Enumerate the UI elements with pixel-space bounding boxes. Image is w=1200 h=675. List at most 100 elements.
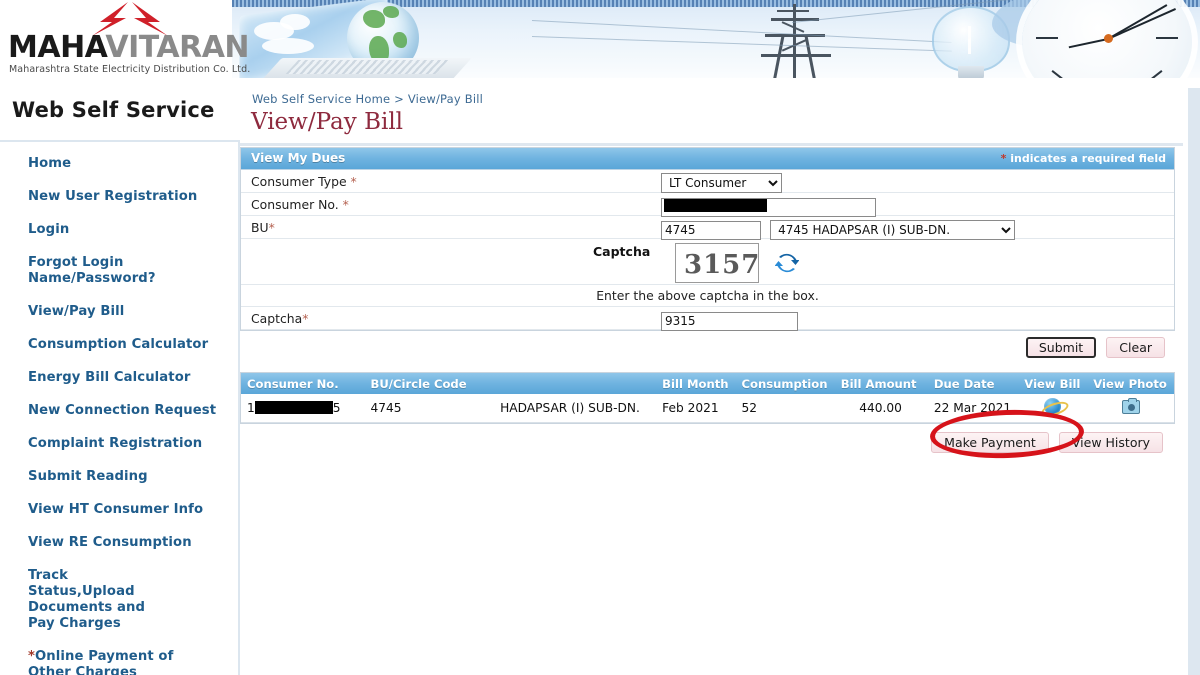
page-title: View/Pay Bill [251,109,404,135]
form-row-consumer-no: Consumer No. * [241,193,1174,217]
continent-shape [393,32,407,48]
sidebar-item-new-connection-request[interactable]: New Connection Request [0,403,238,419]
captcha-image: 3157 [675,243,759,283]
captcha-input-control [661,310,798,331]
col-due-date: Due Date [927,373,1019,394]
clock-graphic [1022,0,1192,88]
sidebar-item-label: New User Registration [28,189,198,204]
required-field-note: * indicates a required field [1001,152,1166,165]
sidebar-item-label: View HT Consumer Info [28,502,204,517]
label-text: BU [251,220,269,235]
required-star: * [350,174,357,189]
captcha-hint-text: Enter the above captcha in the box. [596,288,819,303]
cell-due-date: 22 Mar 2021 [927,394,1019,423]
bu-control: 4745 HADAPSAR (I) SUB-DN. [661,219,1016,240]
refresh-captcha-icon[interactable] [775,251,799,275]
sidebar-item-view-ht-consumer-info[interactable]: View HT Consumer Info [0,502,238,518]
table-row[interactable]: 15 4745 HADAPSAR (I) SUB-DN. Feb 2021 52… [241,394,1174,423]
cell-bill-amount: 440.00 [834,394,928,423]
bu-code-input[interactable] [661,220,761,240]
consumer-no-redaction-bar [254,401,333,414]
sidebar-item-label: Energy Bill Calculator [28,370,191,385]
main-content: View My Dues * indicates a required fiel… [240,147,1188,461]
laptop-keys-graphic [285,60,449,74]
sidebar-item-login[interactable]: Login [0,222,238,238]
cell-bill-month: Feb 2021 [656,394,736,423]
sidebar-item-new-user-registration[interactable]: New User Registration [0,189,238,205]
results-table-head: Consumer No. BU/Circle Code Bill Month C… [241,373,1174,394]
mahavitaran-logo[interactable]: MAHAVITARAN Maharashtra State Electricit… [0,0,250,88]
cell-view-photo[interactable] [1087,394,1174,423]
bu-name-select[interactable]: 4745 HADAPSAR (I) SUB-DN. [770,220,1016,240]
label-text: Consumer No. [251,197,343,212]
form-row-bu: BU* 4745 HADAPSAR (I) SUB-DN. [241,216,1174,240]
sidebar-item-label: Complaint Registration [28,436,203,451]
consumer-no-suffix: 5 [332,401,341,415]
sidebar-item-energy-bill-calculator[interactable]: Energy Bill Calculator [0,370,238,386]
view-my-dues-panel: View My Dues * indicates a required fiel… [240,147,1175,331]
sidebar-item-view-pay-bill[interactable]: View/Pay Bill [0,304,238,320]
consumer-type-control: LT Consumer [661,172,782,193]
sidebar-item-forgot-login[interactable]: Forgot Login Name/Password? [0,255,155,287]
sidebar-item-submit-reading[interactable]: Submit Reading [0,469,238,485]
continent-shape [363,10,385,28]
web-self-service-page: MAHAVITARAN Maharashtra State Electricit… [0,0,1200,675]
cell-circle-name: HADAPSAR (I) SUB-DN. [494,394,657,423]
continent-shape [383,6,399,18]
sidebar-item-label: Consumption Calculator [28,337,209,352]
consumer-no-redaction-bar [664,199,767,212]
title-divider [240,143,1200,146]
logo-wordmark: MAHAVITARAN [8,32,250,64]
consumer-type-select[interactable]: LT Consumer [661,173,782,193]
sidebar-item-label: Online Payment of Other Charges [28,649,174,675]
col-view-photo: View Photo [1087,373,1174,394]
sidebar-item-label: Track Status,Upload Documents and Pay Ch… [28,568,146,631]
submit-button[interactable]: Submit [1025,337,1097,358]
consumer-no-label: Consumer No. * [251,197,349,212]
sidebar-item-complaint-registration[interactable]: Complaint Registration [0,436,238,452]
sidebar-item-online-payment-other-charges[interactable]: *Online Payment of Other Charges [0,649,200,675]
clear-button[interactable]: Clear [1106,337,1165,358]
logo-vitaran-text: VITARAN [105,30,250,65]
cell-consumption: 52 [735,394,835,423]
logo-subtitle: Maharashtra State Electricity Distributi… [9,64,251,75]
col-view-bill: View Bill [1018,373,1088,394]
required-star: * [268,220,275,235]
form-row-captcha-input: Captcha* [241,307,1174,331]
sidebar-item-home[interactable]: Home [0,156,238,172]
col-bill-amount: Bill Amount [834,373,928,394]
required-star: * [302,311,309,326]
breadcrumb[interactable]: Web Self Service Home > View/Pay Bill [252,92,483,106]
bu-label: BU* [251,220,275,235]
label-text: Consumer Type [251,174,351,189]
site-header: MAHAVITARAN Maharashtra State Electricit… [0,0,1200,88]
form-row-captcha-image: Captcha 3157 [241,239,1174,285]
cloud-graphic [280,14,310,30]
captcha-input[interactable] [661,311,798,331]
sidebar-item-view-re-consumption[interactable]: View RE Consumption [0,535,238,551]
dues-results-table: Consumer No. BU/Circle Code Bill Month C… [240,372,1175,424]
sidebar-item-label: New Connection Request [28,403,217,418]
captcha-image-label: Captcha [593,244,651,259]
results-table: Consumer No. BU/Circle Code Bill Month C… [241,373,1174,423]
sidebar-item-label: Login [28,222,70,237]
site-title: Web Self Service [12,98,215,122]
camera-icon[interactable] [1121,397,1140,414]
make-payment-button[interactable]: Make Payment [931,432,1049,453]
right-margin-strip [1188,88,1200,675]
consumer-no-control [661,196,876,217]
sidebar-item-label: Home [28,156,72,171]
sidebar-item-consumption-calculator[interactable]: Consumption Calculator [0,337,238,353]
cell-bu-code: 4745 [364,394,495,423]
form-row-consumer-type: Consumer Type * LT Consumer [241,170,1174,193]
required-note-text: indicates a required field [1006,152,1166,165]
required-star: * [342,197,349,212]
sidebar-nav: Home New User Registration Login Forgot … [0,140,240,675]
view-history-button[interactable]: View History [1058,432,1163,453]
ie-globe-icon[interactable] [1044,398,1062,415]
cell-view-bill[interactable] [1018,394,1088,423]
sidebar-item-track-status[interactable]: Track Status,Upload Documents and Pay Ch… [0,568,175,632]
cell-consumer-no: 15 [241,394,365,423]
required-star: * [28,649,35,664]
captcha-input-label: Captcha* [251,311,308,326]
